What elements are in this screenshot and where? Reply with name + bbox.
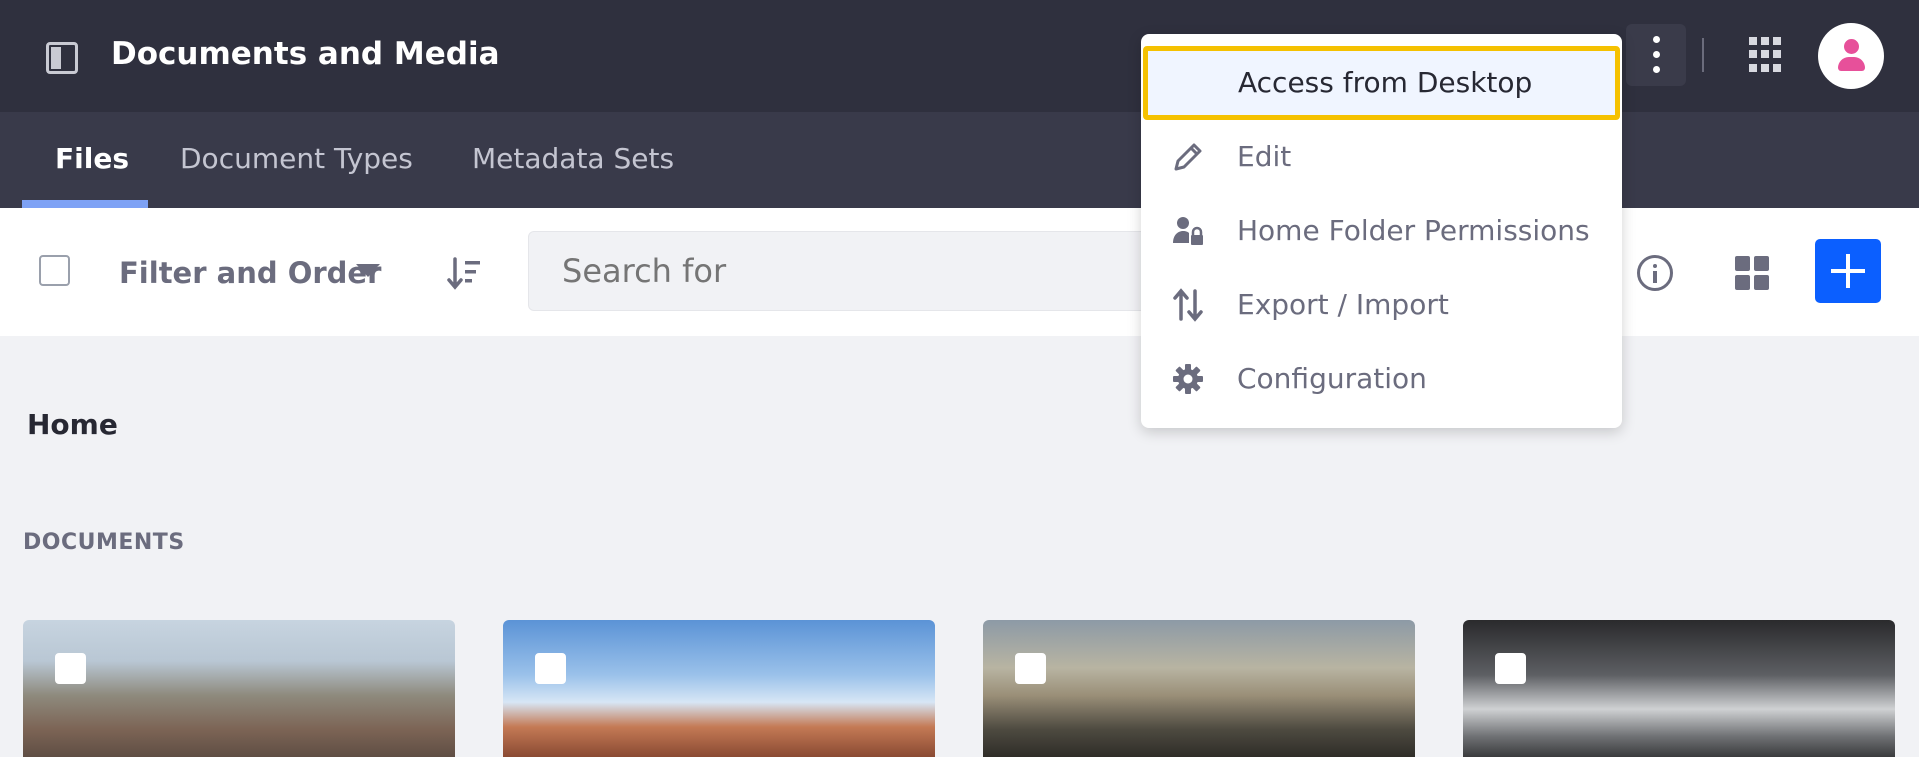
- card-checkbox[interactable]: [1015, 653, 1046, 684]
- card-checkbox[interactable]: [55, 653, 86, 684]
- pencil-icon: [1174, 143, 1202, 171]
- menu-item-label: Home Folder Permissions: [1237, 214, 1590, 247]
- page-title: Documents and Media: [111, 36, 500, 72]
- card-checkbox[interactable]: [1495, 653, 1526, 684]
- breadcrumb[interactable]: Home: [27, 408, 118, 441]
- sort-order-icon[interactable]: [446, 256, 482, 292]
- divider: [1702, 38, 1704, 72]
- kebab-dot-icon: [1653, 51, 1660, 58]
- options-menu-button[interactable]: [1626, 24, 1686, 86]
- sidebar-toggle-icon[interactable]: [46, 42, 78, 74]
- apps-grid-icon[interactable]: [1749, 37, 1781, 73]
- filter-and-order-button[interactable]: Filter and Order: [119, 256, 381, 290]
- active-tab-indicator: [22, 200, 148, 208]
- menu-item-label: Export / Import: [1237, 288, 1449, 321]
- user-lock-icon: [1173, 217, 1203, 245]
- info-icon[interactable]: [1637, 255, 1673, 291]
- kebab-dot-icon: [1653, 36, 1660, 43]
- menu-item-home-folder-permissions[interactable]: Home Folder Permissions: [1141, 194, 1622, 268]
- section-heading: DOCUMENTS: [23, 530, 185, 555]
- user-avatar[interactable]: [1818, 23, 1884, 89]
- chevron-down-icon[interactable]: [356, 264, 380, 277]
- gear-icon: [1173, 364, 1203, 394]
- menu-item-configuration[interactable]: Configuration: [1141, 342, 1622, 416]
- tab-bar: Files Document Types Metadata Sets: [0, 112, 1919, 208]
- document-card[interactable]: [503, 620, 935, 757]
- tab-files[interactable]: Files: [55, 142, 129, 175]
- card-checkbox[interactable]: [535, 653, 566, 684]
- document-card[interactable]: [23, 620, 455, 757]
- options-dropdown-menu: Access from Desktop Edit Home Folder Per…: [1141, 34, 1622, 428]
- search-input[interactable]: [528, 231, 1168, 311]
- management-toolbar: Filter and Order: [0, 208, 1919, 336]
- kebab-dot-icon: [1653, 66, 1660, 73]
- select-all-checkbox[interactable]: [39, 255, 70, 286]
- menu-item-label: Access from Desktop: [1238, 66, 1533, 99]
- tab-metadata-sets[interactable]: Metadata Sets: [472, 142, 674, 175]
- document-card[interactable]: [983, 620, 1415, 757]
- add-button[interactable]: [1815, 239, 1881, 303]
- menu-item-access-from-desktop[interactable]: Access from Desktop: [1143, 46, 1620, 120]
- menu-item-label: Configuration: [1237, 362, 1427, 395]
- top-bar: Documents and Media: [0, 0, 1919, 112]
- view-cards-icon[interactable]: [1735, 256, 1769, 290]
- menu-item-edit[interactable]: Edit: [1141, 120, 1622, 194]
- menu-item-export-import[interactable]: Export / Import: [1141, 268, 1622, 342]
- document-card[interactable]: [1463, 620, 1895, 757]
- tab-document-types[interactable]: Document Types: [180, 142, 413, 175]
- menu-item-label: Edit: [1237, 140, 1292, 173]
- import-export-icon: [1173, 288, 1203, 322]
